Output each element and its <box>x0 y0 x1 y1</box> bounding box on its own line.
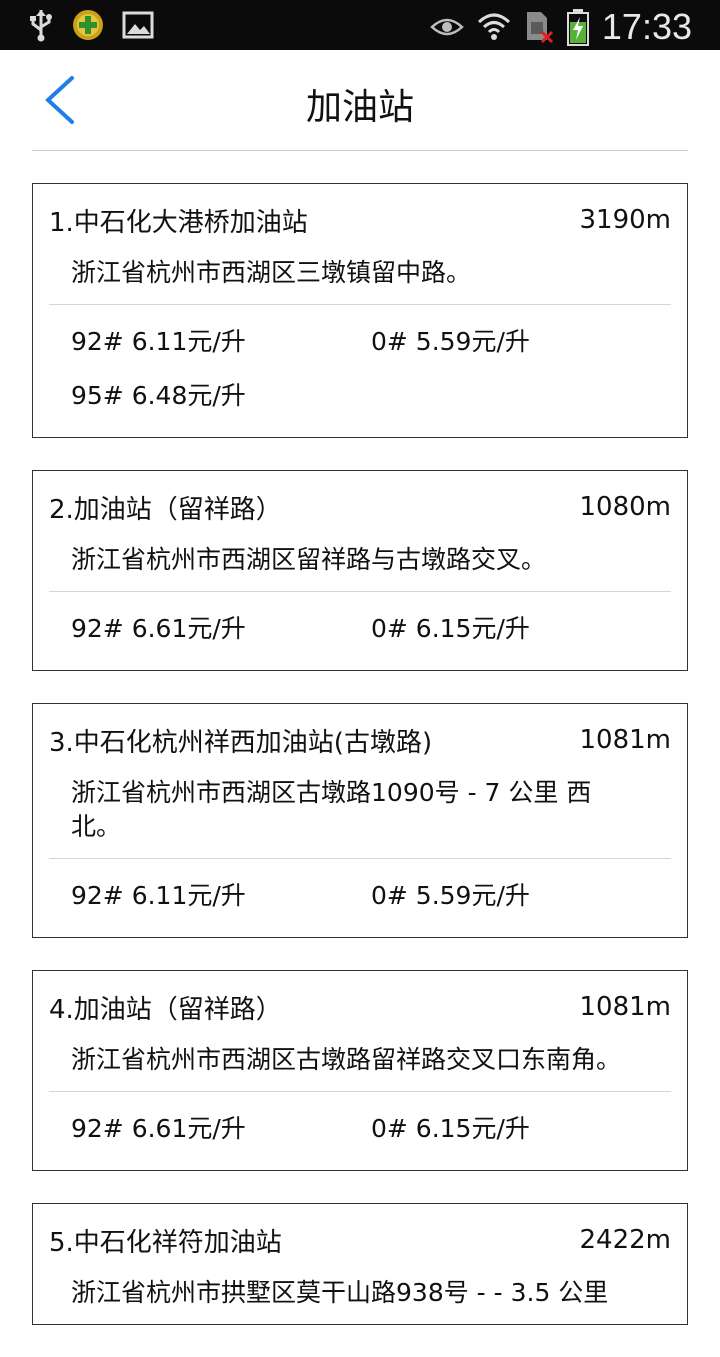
station-card-header: 3.中石化杭州祥西加油站(古墩路) 1081m <box>49 704 671 776</box>
price-list: 92# 6.61元/升 0# 6.15元/升 <box>49 1092 671 1170</box>
station-card-header: 5.中石化祥符加油站 2422m <box>49 1204 671 1276</box>
station-name: 2.加油站（留祥路） <box>49 494 282 525</box>
price-list: 92# 6.11元/升 0# 5.59元/升 <box>49 859 671 937</box>
fuel-price: 0# 5.59元/升 <box>371 327 530 356</box>
station-address: 浙江省杭州市西湖区古墩路1090号 - 7 公里 西北。 <box>71 778 592 841</box>
battery-charging-icon <box>566 9 589 46</box>
sim-error-icon <box>526 12 553 44</box>
station-card-header: 4.加油站（留祥路） 1081m <box>49 971 671 1043</box>
eye-icon <box>430 18 464 36</box>
station-distance: 3190m <box>579 205 672 235</box>
fuel-price: 0# 5.59元/升 <box>371 881 530 910</box>
app-header: 加油站 <box>0 50 720 150</box>
station-address: 浙江省杭州市拱墅区莫干山路938号 - - 3.5 公里 <box>71 1278 609 1307</box>
fuel-price: 0# 6.15元/升 <box>371 1114 530 1143</box>
station-distance: 1080m <box>579 492 672 522</box>
station-card[interactable]: 2.加油站（留祥路） 1080m 浙江省杭州市西湖区留祥路与古墩路交叉。 92#… <box>32 470 688 671</box>
station-card-header: 1.中石化大港桥加油站 3190m <box>49 184 671 256</box>
fuel-price: 92# 6.11元/升 <box>71 327 246 356</box>
fuel-price: 92# 6.11元/升 <box>71 881 246 910</box>
fuel-price: 92# 6.61元/升 <box>71 1114 246 1143</box>
station-name: 1.中石化大港桥加油站 <box>49 207 308 238</box>
station-card[interactable]: 4.加油站（留祥路） 1081m 浙江省杭州市西湖区古墩路留祥路交叉口东南角。 … <box>32 970 688 1171</box>
fuel-price: 0# 6.15元/升 <box>371 614 530 643</box>
app-plus-icon <box>73 10 103 40</box>
price-list: 92# 6.61元/升 0# 6.15元/升 <box>49 592 671 670</box>
station-name: 3.中石化杭州祥西加油站(古墩路) <box>49 727 433 758</box>
fuel-price: 92# 6.61元/升 <box>71 614 246 643</box>
status-bar: 17:33 <box>0 0 720 50</box>
station-card[interactable]: 1.中石化大港桥加油站 3190m 浙江省杭州市西湖区三墩镇留中路。 92# 6… <box>32 183 688 438</box>
page-title: 加油站 <box>305 87 414 128</box>
image-icon <box>122 11 154 39</box>
wifi-icon <box>477 13 510 40</box>
station-address: 浙江省杭州市西湖区古墩路留祥路交叉口东南角。 <box>71 1045 622 1074</box>
station-list: 1.中石化大港桥加油站 3190m 浙江省杭州市西湖区三墩镇留中路。 92# 6… <box>32 183 688 1357</box>
station-card-header: 2.加油站（留祥路） 1080m <box>49 471 671 543</box>
fuel-price: 95# 6.48元/升 <box>71 381 246 410</box>
station-address: 浙江省杭州市西湖区三墩镇留中路。 <box>71 258 472 287</box>
station-name: 5.中石化祥符加油站 <box>49 1227 282 1258</box>
station-card[interactable]: 3.中石化杭州祥西加油站(古墩路) 1081m 浙江省杭州市西湖区古墩路1090… <box>32 703 688 938</box>
station-address: 浙江省杭州市西湖区留祥路与古墩路交叉。 <box>71 545 547 574</box>
station-distance: 1081m <box>579 992 672 1022</box>
station-card[interactable]: 5.中石化祥符加油站 2422m 浙江省杭州市拱墅区莫干山路938号 - - 3… <box>32 1203 688 1325</box>
header-divider <box>32 150 688 151</box>
price-list: 92# 6.11元/升 0# 5.59元/升 95# 6.48元/升 <box>49 305 671 437</box>
usb-icon <box>30 10 52 42</box>
station-distance: 2422m <box>579 1225 672 1255</box>
status-time: 17:33 <box>601 6 692 47</box>
station-distance: 1081m <box>579 725 672 755</box>
station-name: 4.加油站（留祥路） <box>49 994 282 1025</box>
